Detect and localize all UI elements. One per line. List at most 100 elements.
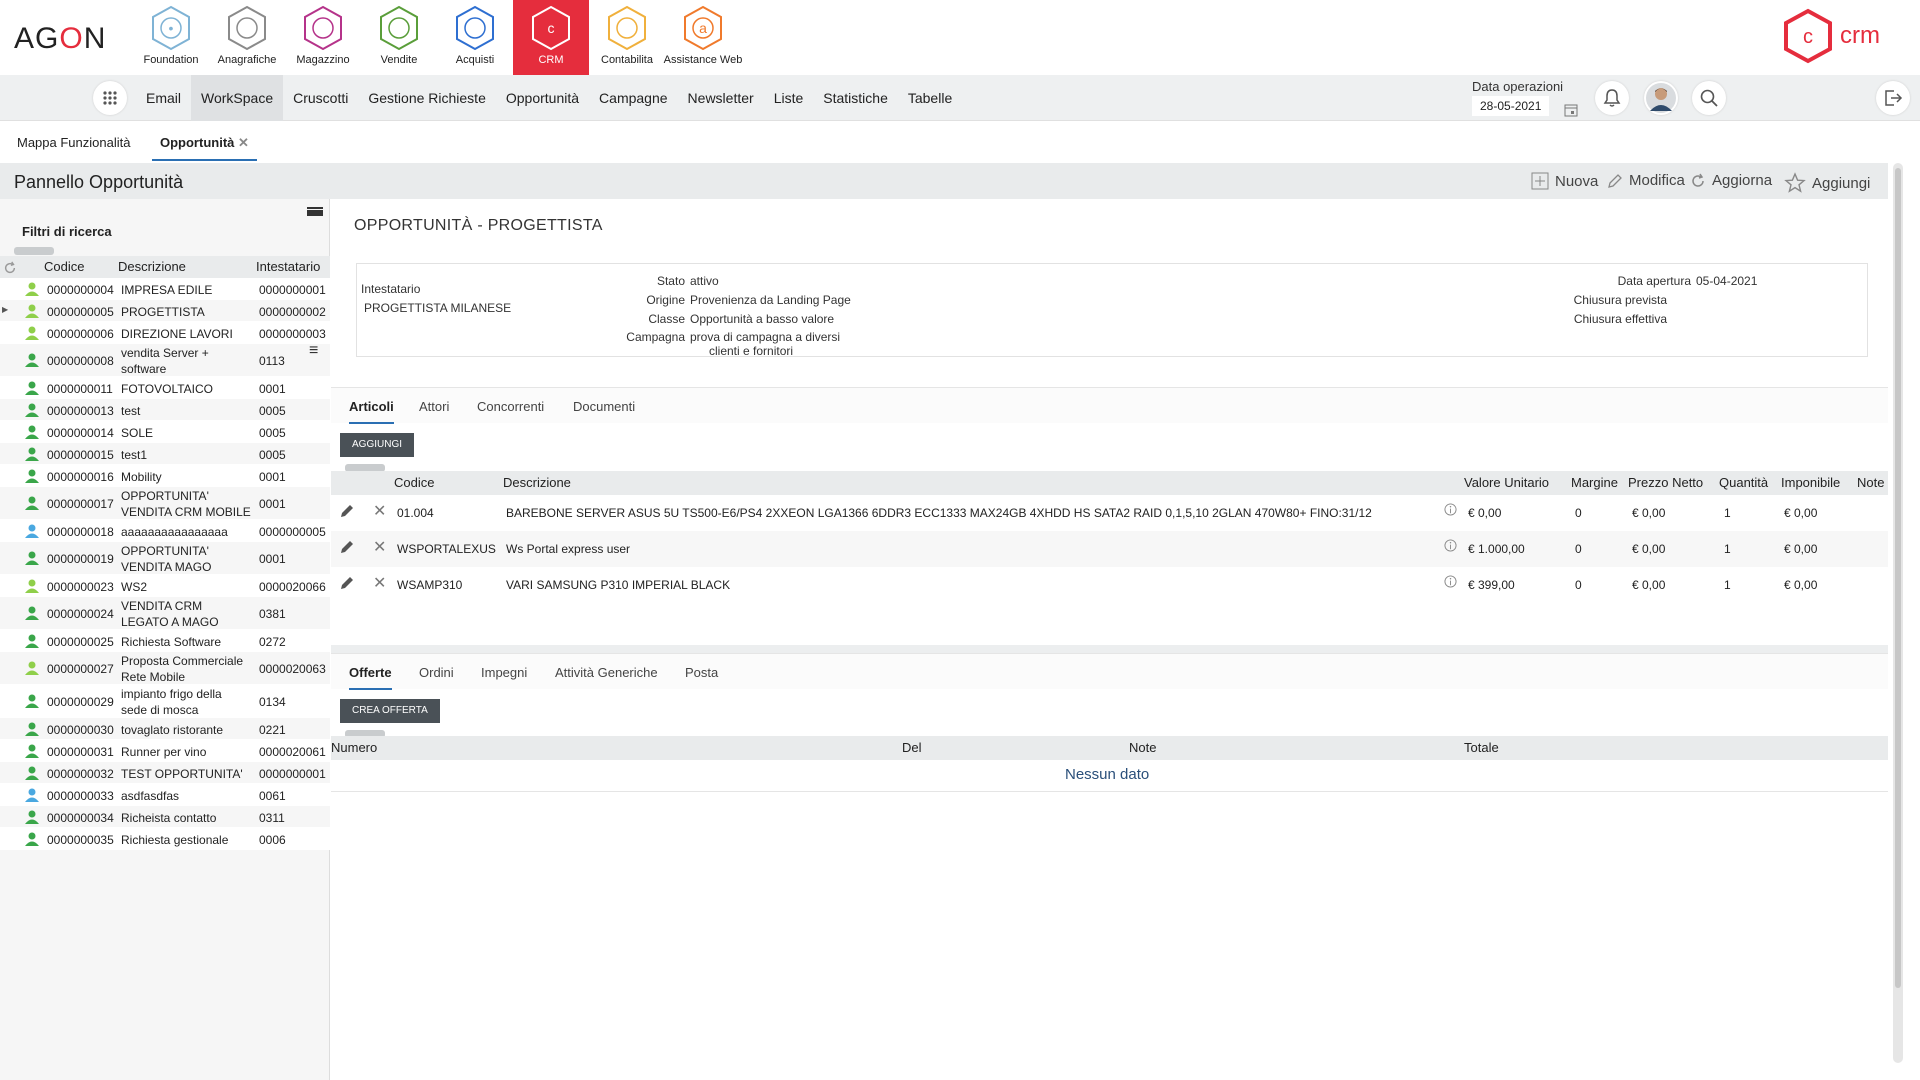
nav-item-gestione-richieste[interactable]: Gestione Richieste xyxy=(358,75,496,121)
edit-row-icon[interactable] xyxy=(339,575,355,594)
nav-item-statistiche[interactable]: Statistiche xyxy=(813,75,898,121)
menu-icon[interactable] xyxy=(307,205,323,217)
nav-item-opportunità[interactable]: Opportunità xyxy=(496,75,589,121)
list-item[interactable]: 0000000025 Richiesta Software 0272 xyxy=(0,630,330,652)
col-intestatario[interactable]: Intestatario xyxy=(256,259,320,274)
module-contabilita[interactable]: Contabilita xyxy=(589,0,665,75)
module-foundation[interactable]: • Foundation xyxy=(133,0,209,75)
list-item[interactable]: 0000000015 test1 0005 xyxy=(0,443,330,465)
add-article-button[interactable]: AGGIUNGI xyxy=(340,433,415,457)
apps-grid-button[interactable] xyxy=(93,81,127,115)
list-item[interactable]: 0000000027 Proposta Commerciale Rete Mobi… xyxy=(0,652,330,685)
search-filters-label[interactable]: Filtri di ricerca xyxy=(22,224,112,239)
col-art-codice[interactable]: Codice xyxy=(394,475,434,490)
offers-tab-impegni[interactable]: Impegni xyxy=(481,665,527,680)
col-descrizione[interactable]: Descrizione xyxy=(118,259,186,274)
module-assistance-web[interactable]: a Assistance Web xyxy=(664,0,742,75)
offers-tab-posta[interactable]: Posta xyxy=(685,665,718,680)
search-button[interactable] xyxy=(1692,81,1726,115)
info-icon[interactable] xyxy=(1444,503,1457,519)
offers-tab-ordini[interactable]: Ordini xyxy=(419,665,454,680)
offers-tab-attività-generiche[interactable]: Attività Generiche xyxy=(555,665,658,680)
list-item[interactable]: 0000000008 vendita Server + software 0113 ≡ xyxy=(0,342,330,377)
new-button[interactable]: Nuova xyxy=(1531,172,1598,190)
module-vendite[interactable]: Vendite xyxy=(361,0,437,75)
table-row[interactable]: ✕ WSAMP310 VARI SAMSUNG P310 IMPERIAL BLAC… xyxy=(331,567,1888,603)
list-item[interactable]: 0000000030 tovaglato ristorante 0221 xyxy=(0,718,330,740)
logout-button[interactable] xyxy=(1876,81,1910,115)
list-item[interactable]: 0000000016 Mobility 0001 xyxy=(0,465,330,487)
col-art-quantita[interactable]: Quantità xyxy=(1719,475,1768,490)
info-icon[interactable] xyxy=(1444,575,1457,591)
list-item[interactable]: 0000000034 Richeista contatto 0311 xyxy=(0,806,330,828)
list-item[interactable]: 0000000023 WS2 0000020066 xyxy=(0,575,330,597)
col-codice[interactable]: Codice xyxy=(44,259,84,274)
delete-row-icon[interactable]: ✕ xyxy=(373,537,386,557)
refresh-button[interactable]: Aggiorna xyxy=(1690,172,1772,189)
list-item[interactable]: 0000000014 SOLE 0005 xyxy=(0,421,330,443)
refresh-list-icon[interactable] xyxy=(3,261,17,275)
list-item[interactable]: 0000000031 Runner per vino 0000020061 xyxy=(0,740,330,762)
tab-mappa-funzionalita[interactable]: Mappa Funzionalità xyxy=(17,133,130,161)
nav-item-liste[interactable]: Liste xyxy=(764,75,814,121)
list-item[interactable]: 0000000013 test 0005 xyxy=(0,399,330,421)
nav-item-cruscotti[interactable]: Cruscotti xyxy=(283,75,358,121)
nav-item-workspace[interactable]: WorkSpace xyxy=(191,75,284,121)
table-row[interactable]: ✕ WSPORTALEXUS Ws Portal express user € 1.0… xyxy=(331,531,1888,567)
list-item[interactable]: 0000000017 OPPORTUNITA' VENDITA CRM MOBIL… xyxy=(0,487,330,520)
col-art-margine[interactable]: Margine xyxy=(1571,475,1618,490)
col-art-prezzo-netto[interactable]: Prezzo Netto xyxy=(1628,475,1703,490)
col-off-del[interactable]: Del xyxy=(902,740,922,755)
operation-date-field[interactable]: 28-05-2021 xyxy=(1472,96,1550,116)
list-item[interactable]: 0000000011 FOTOVOLTAICO 0001 xyxy=(0,377,330,399)
tab-opportunita[interactable]: Opportunità ✕ xyxy=(152,133,257,161)
list-item[interactable]: 0000000018 aaaaaaaaaaaaaaaa 0000000005 xyxy=(0,520,330,542)
col-art-valore-unitario[interactable]: Valore Unitario xyxy=(1464,475,1549,490)
articles-tab-articoli[interactable]: Articoli xyxy=(349,399,394,424)
list-item[interactable]: 0000000019 OPPORTUNITA' VENDITA MAGO 0001 xyxy=(0,542,330,575)
calendar-icon[interactable] xyxy=(1564,103,1578,117)
col-off-totale[interactable]: Totale xyxy=(1464,740,1499,755)
list-item[interactable]: ▶ 0000000005 PROGETTISTA 0000000002 xyxy=(0,300,330,322)
delete-row-icon[interactable]: ✕ xyxy=(373,573,386,593)
list-item[interactable]: 0000000033 asdfasdfas 0061 xyxy=(0,784,330,806)
page-scrollbar-thumb[interactable] xyxy=(1895,168,1901,988)
articles-tab-documenti[interactable]: Documenti xyxy=(573,399,635,414)
close-tab-icon[interactable]: ✕ xyxy=(238,135,249,150)
list-item[interactable]: 0000000024 VENDITA CRM LEGATO A MAGO 0381 xyxy=(0,597,330,630)
module-anagrafiche[interactable]: Anagrafiche xyxy=(209,0,285,75)
module-crm[interactable]: c CRM xyxy=(513,0,589,75)
create-offer-button[interactable]: CREA OFFERTA xyxy=(340,699,440,723)
list-item[interactable]: 0000000032 TEST OPPORTUNITA' 0000000001 xyxy=(0,762,330,784)
list-item[interactable]: 0000000035 Richiesta gestionale 0006 xyxy=(0,828,330,850)
add-favorite-button[interactable]: Aggiungi xyxy=(1784,172,1870,194)
col-art-note[interactable]: Note xyxy=(1857,475,1884,490)
nav-item-email[interactable]: Email xyxy=(136,75,191,121)
edit-row-icon[interactable] xyxy=(339,503,355,522)
info-icon[interactable] xyxy=(1444,539,1457,555)
list-item[interactable]: 0000000004 IMPRESA EDILE 0000000001 xyxy=(0,278,330,300)
col-off-note[interactable]: Note xyxy=(1129,740,1156,755)
nav-item-newsletter[interactable]: Newsletter xyxy=(678,75,764,121)
agon-logo[interactable]: AGON xyxy=(14,22,106,56)
list-item[interactable]: 0000000029 impianto frigo della sede di m… xyxy=(0,685,330,718)
filter-icon[interactable]: ≡ xyxy=(309,342,318,360)
nav-item-tabelle[interactable]: Tabelle xyxy=(898,75,962,121)
module-acquisti[interactable]: Acquisti xyxy=(437,0,513,75)
edit-row-icon[interactable] xyxy=(339,539,355,558)
nav-item-campagne[interactable]: Campagne xyxy=(589,75,678,121)
col-art-imponibile[interactable]: Imponibile xyxy=(1781,475,1840,490)
user-avatar-button[interactable] xyxy=(1644,81,1678,115)
table-row[interactable]: ✕ 01.004 BAREBONE SERVER ASUS 5U TS500-E6/… xyxy=(331,495,1888,531)
articles-tab-attori[interactable]: Attori xyxy=(419,399,449,414)
filters-grip-handle[interactable] xyxy=(14,247,54,255)
delete-row-icon[interactable]: ✕ xyxy=(373,501,386,521)
col-art-descrizione[interactable]: Descrizione xyxy=(503,475,571,490)
notifications-button[interactable] xyxy=(1595,81,1629,115)
module-magazzino[interactable]: Magazzino xyxy=(285,0,361,75)
edit-button[interactable]: Modifica xyxy=(1607,172,1685,189)
list-item[interactable]: 0000000006 DIREZIONE LAVORI 0000000003 xyxy=(0,322,330,344)
articles-tab-concorrenti[interactable]: Concorrenti xyxy=(477,399,544,414)
col-off-numero[interactable]: Numero xyxy=(331,740,377,755)
offers-tab-offerte[interactable]: Offerte xyxy=(349,665,392,690)
